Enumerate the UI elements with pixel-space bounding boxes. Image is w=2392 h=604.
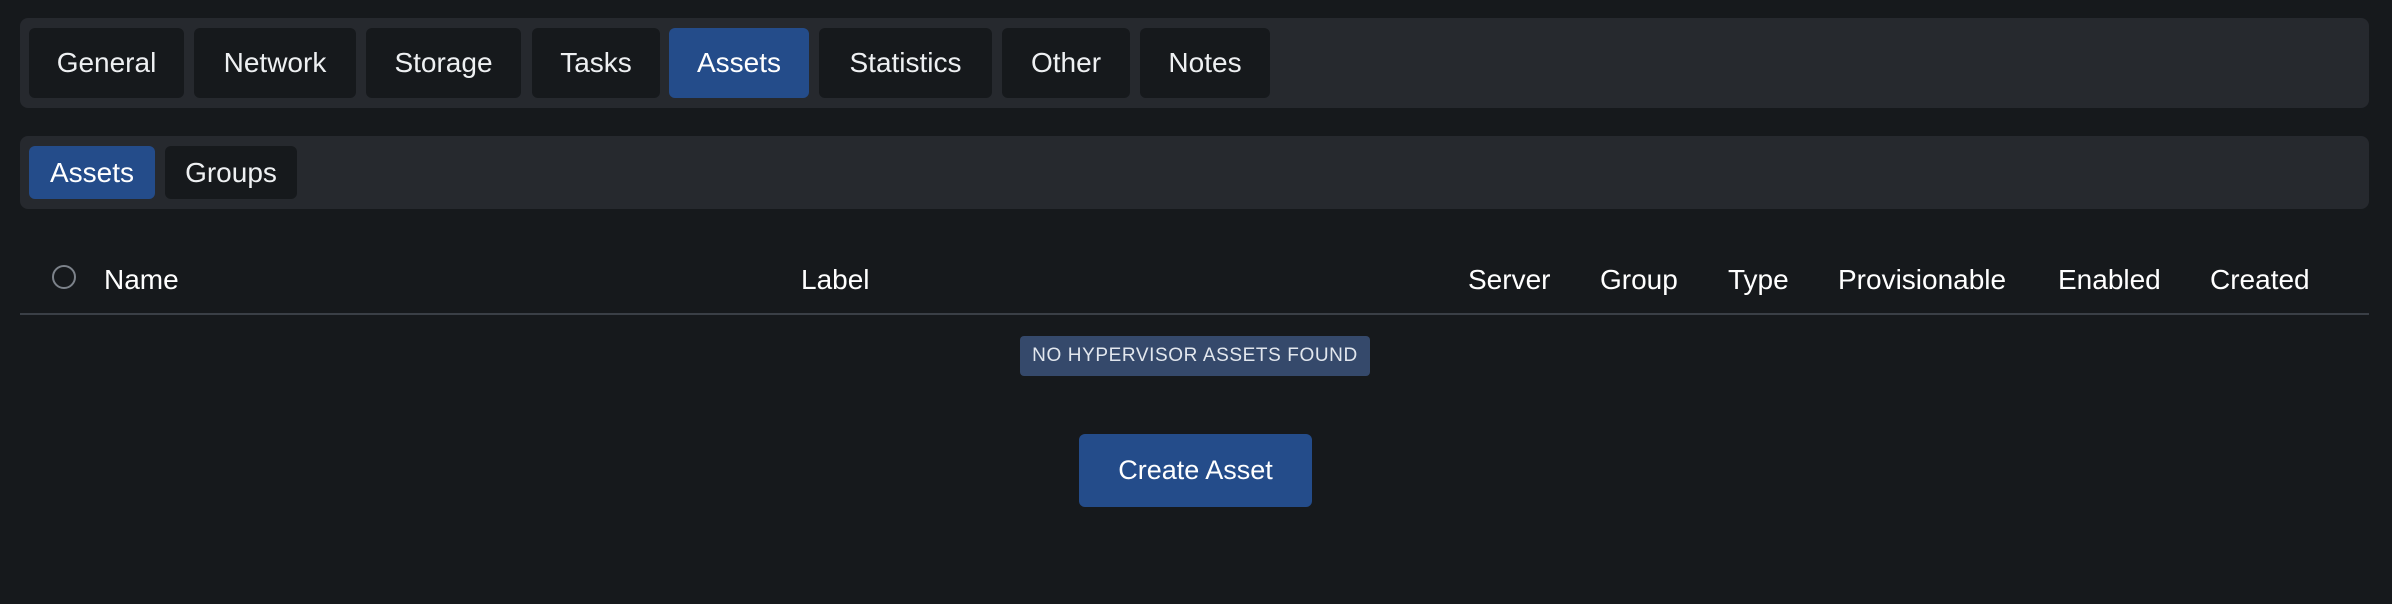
column-header-provisionable[interactable]: Provisionable xyxy=(1838,264,2006,296)
column-header-type[interactable]: Type xyxy=(1728,264,1789,296)
subtab-groups[interactable]: Groups xyxy=(165,146,297,199)
tab-network[interactable]: Network xyxy=(194,28,356,98)
create-asset-button[interactable]: Create Asset xyxy=(1079,434,1312,507)
column-header-label[interactable]: Label xyxy=(801,264,870,296)
column-header-enabled[interactable]: Enabled xyxy=(2058,264,2161,296)
tab-statistics[interactable]: Statistics xyxy=(819,28,992,98)
table-header: Name Label Server Group Type Provisionab… xyxy=(20,244,2369,315)
tab-other[interactable]: Other xyxy=(1002,28,1130,98)
tab-general[interactable]: General xyxy=(29,28,184,98)
empty-state-badge: NO HYPERVISOR ASSETS FOUND xyxy=(1020,336,1370,376)
column-header-created[interactable]: Created xyxy=(2210,264,2310,296)
tab-storage[interactable]: Storage xyxy=(366,28,521,98)
sub-tab-bar: Assets Groups xyxy=(20,136,2369,209)
column-header-name[interactable]: Name xyxy=(104,264,179,296)
column-header-server[interactable]: Server xyxy=(1468,264,1550,296)
column-header-group[interactable]: Group xyxy=(1600,264,1678,296)
tab-tasks[interactable]: Tasks xyxy=(532,28,660,98)
tab-assets[interactable]: Assets xyxy=(669,28,809,98)
main-tab-bar: General Network Storage Tasks Assets Sta… xyxy=(20,18,2369,108)
select-all-checkbox[interactable] xyxy=(52,265,76,289)
subtab-assets[interactable]: Assets xyxy=(29,146,155,199)
tab-notes[interactable]: Notes xyxy=(1140,28,1270,98)
